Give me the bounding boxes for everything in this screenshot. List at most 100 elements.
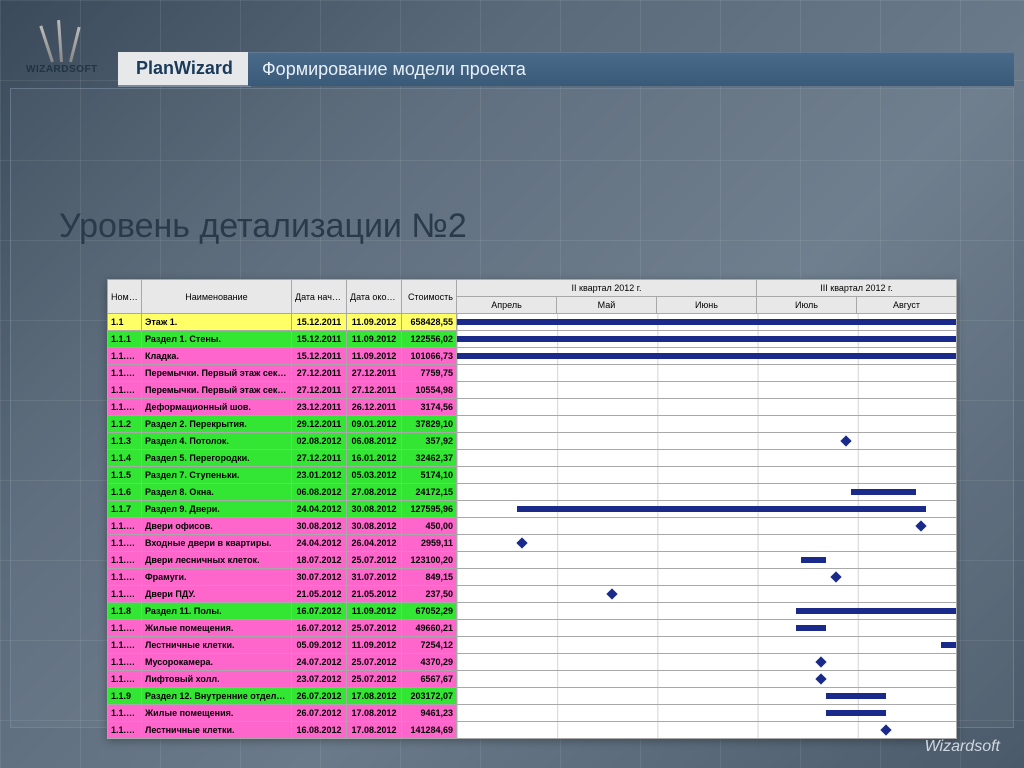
cell-name: Раздел 9. Двери. xyxy=(142,501,292,518)
col-header-start: Дата начала xyxy=(292,280,347,314)
table-row[interactable]: 1.1.7Раздел 9. Двери.24.04.201230.08.201… xyxy=(108,501,957,518)
gantt-table: Номер Наименование Дата начала Дата окон… xyxy=(107,279,957,739)
cell-end: 09.01.2012 xyxy=(347,416,402,433)
gantt-cell xyxy=(457,365,957,382)
table-row[interactable]: 1.1.8.2Лестничные клетки.05.09.201211.09… xyxy=(108,637,957,654)
cell-end: 11.09.2012 xyxy=(347,348,402,365)
gantt-cell xyxy=(457,654,957,671)
cell-name: Деформационный шов. xyxy=(142,399,292,416)
table-row[interactable]: 1.1.7.1Двери офисов.30.08.201230.08.2012… xyxy=(108,518,957,535)
gantt-cell xyxy=(457,484,957,501)
gantt-cell xyxy=(457,722,957,739)
table-row[interactable]: 1.1.5Раздел 7. Ступеньки.23.01.201205.03… xyxy=(108,467,957,484)
cell-name: Перемычки. Первый этаж секции 1.3 xyxy=(142,365,292,382)
header-bar: Формирование модели проекта xyxy=(248,52,1014,86)
table-row[interactable]: 1.1.9.1Жилые помещения.26.07.201217.08.2… xyxy=(108,705,957,722)
table-row[interactable]: 1.1.6Раздел 8. Окна.06.08.201227.08.2012… xyxy=(108,484,957,501)
cell-start: 24.04.2012 xyxy=(292,535,347,552)
table-row[interactable]: 1.1.9Раздел 12. Внутренние отделочные ра… xyxy=(108,688,957,705)
cell-start: 24.04.2012 xyxy=(292,501,347,518)
month-2: Май xyxy=(557,297,657,314)
gantt-cell xyxy=(457,314,957,331)
table-row[interactable]: 1.1Этаж 1.15.12.201111.09.2012658428,55 xyxy=(108,314,957,331)
gantt-bar xyxy=(457,353,956,359)
table-row[interactable]: 1.1.7.3Двери лесничных клеток.18.07.2012… xyxy=(108,552,957,569)
cell-start: 16.07.2012 xyxy=(292,603,347,620)
cell-name: Входные двери в квартиры. xyxy=(142,535,292,552)
cell-end: 25.07.2012 xyxy=(347,620,402,637)
table-row[interactable]: 1.1.8.3Мусорокамера.24.07.201225.07.2012… xyxy=(108,654,957,671)
gantt-cell xyxy=(457,467,957,484)
gantt-cell xyxy=(457,705,957,722)
table-row[interactable]: 1.1.1.2Перемычки. Первый этаж секции 1.3… xyxy=(108,365,957,382)
cell-cost: 658428,55 xyxy=(402,314,457,331)
table-row[interactable]: 1.1.7.4Фрамуги.30.07.201231.07.2012849,1… xyxy=(108,569,957,586)
table-row[interactable]: 1.1.7.2Входные двери в квартиры.24.04.20… xyxy=(108,535,957,552)
table-row[interactable]: 1.1.2Раздел 2. Перекрытия.29.12.201109.0… xyxy=(108,416,957,433)
table-row[interactable]: 1.1.8Раздел 11. Полы.16.07.201211.09.201… xyxy=(108,603,957,620)
slide-title: Уровень детализации №2 xyxy=(59,207,467,246)
cell-cost: 127595,96 xyxy=(402,501,457,518)
cell-num: 1.1.7.1 xyxy=(108,518,142,535)
cell-name: Фрамуги. xyxy=(142,569,292,586)
cell-num: 1.1.2 xyxy=(108,416,142,433)
cell-name: Двери лесничных клеток. xyxy=(142,552,292,569)
table-row[interactable]: 1.1.3Раздел 4. Потолок.02.08.201206.08.2… xyxy=(108,433,957,450)
table-row[interactable]: 1.1.1.4Деформационный шов.23.12.201126.1… xyxy=(108,399,957,416)
cell-num: 1.1.7 xyxy=(108,501,142,518)
cell-name: Мусорокамера. xyxy=(142,654,292,671)
cell-end: 16.01.2012 xyxy=(347,450,402,467)
table-row[interactable]: 1.1.8.1Жилые помещения.16.07.201225.07.2… xyxy=(108,620,957,637)
cell-start: 27.12.2011 xyxy=(292,382,347,399)
cell-num: 1.1.7.3 xyxy=(108,552,142,569)
cell-cost: 101066,73 xyxy=(402,348,457,365)
table-row[interactable]: 1.1.1Раздел 1. Стены.15.12.201111.09.201… xyxy=(108,331,957,348)
cell-name: Этаж 1. xyxy=(142,314,292,331)
col-header-cost: Стоимость xyxy=(402,280,457,314)
table-row[interactable]: 1.1.9.2Лестничные клетки.16.08.201217.08… xyxy=(108,722,957,739)
gantt-bar xyxy=(941,642,956,648)
gantt-cell xyxy=(457,535,957,552)
gantt-cell xyxy=(457,603,957,620)
cell-start: 27.12.2011 xyxy=(292,365,347,382)
gantt-cell xyxy=(457,382,957,399)
table-row[interactable]: 1.1.1.3Перемычки. Первый этаж секции 1.4… xyxy=(108,382,957,399)
gantt-cell xyxy=(457,671,957,688)
gantt-bar xyxy=(517,506,926,512)
month-3: Июнь xyxy=(657,297,757,314)
gantt-bar xyxy=(801,557,826,563)
cell-cost: 450,00 xyxy=(402,518,457,535)
cell-name: Жилые помещения. xyxy=(142,705,292,722)
cell-start: 29.12.2011 xyxy=(292,416,347,433)
cell-num: 1.1.1 xyxy=(108,331,142,348)
cell-start: 26.07.2012 xyxy=(292,705,347,722)
gantt-cell xyxy=(457,586,957,603)
cell-num: 1.1.5 xyxy=(108,467,142,484)
cell-num: 1.1.1.4 xyxy=(108,399,142,416)
month-4: Июль xyxy=(757,297,857,314)
table-row[interactable]: 1.1.4Раздел 5. Перегородки.27.12.201116.… xyxy=(108,450,957,467)
table-row[interactable]: 1.1.1.1Кладка.15.12.201111.09.2012101066… xyxy=(108,348,957,365)
cell-end: 17.08.2012 xyxy=(347,722,402,739)
cell-cost: 123100,20 xyxy=(402,552,457,569)
cell-end: 31.07.2012 xyxy=(347,569,402,586)
cell-name: Перемычки. Первый этаж секции 1.4 xyxy=(142,382,292,399)
cell-start: 21.05.2012 xyxy=(292,586,347,603)
table-row[interactable]: 1.1.7.5Двери ПДУ.21.05.201221.05.2012237… xyxy=(108,586,957,603)
cell-name: Лифтовый холл. xyxy=(142,671,292,688)
gantt-cell xyxy=(457,637,957,654)
cell-cost: 37829,10 xyxy=(402,416,457,433)
cell-cost: 9461,23 xyxy=(402,705,457,722)
gantt-panel: Номер Наименование Дата начала Дата окон… xyxy=(107,279,957,739)
table-row[interactable]: 1.1.8.4Лифтовый холл.23.07.201225.07.201… xyxy=(108,671,957,688)
gantt-cell xyxy=(457,569,957,586)
cell-cost: 3174,56 xyxy=(402,399,457,416)
cell-end: 11.09.2012 xyxy=(347,637,402,654)
brand-name: WIZARDSOFT xyxy=(26,64,98,75)
logo-icon xyxy=(40,18,84,62)
cell-num: 1.1.1.3 xyxy=(108,382,142,399)
col-header-name: Наименование xyxy=(142,280,292,314)
gantt-bar xyxy=(457,336,956,342)
gantt-cell xyxy=(457,620,957,637)
gantt-bar xyxy=(826,693,886,699)
